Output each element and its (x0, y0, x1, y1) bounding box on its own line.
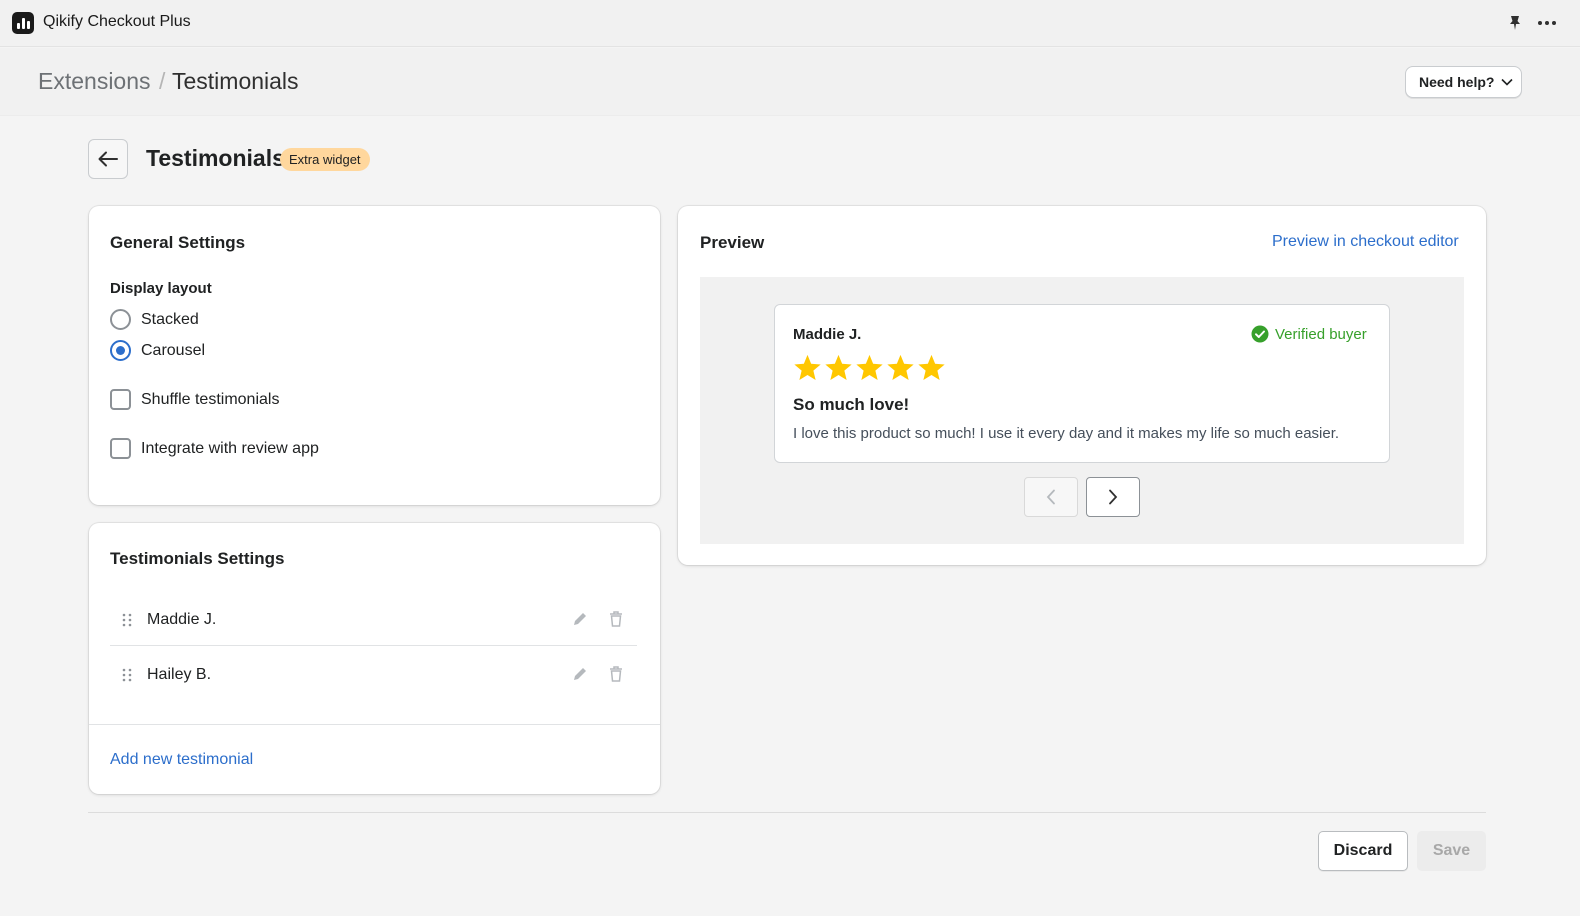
breadcrumb-extensions[interactable]: Extensions (38, 68, 151, 95)
chevron-right-icon (1109, 489, 1118, 505)
layout-option-carousel[interactable]: Carousel (110, 340, 205, 361)
back-button[interactable] (88, 139, 128, 179)
preview-area: Maddie J. Verified buyer So much love! I… (700, 277, 1464, 544)
general-settings-card: General Settings Display layout Stacked … (89, 206, 660, 505)
integrate-checkbox[interactable] (110, 438, 131, 459)
chevron-left-icon (1046, 489, 1055, 505)
verified-buyer-label: Verified buyer (1275, 325, 1367, 343)
testimonial-row: Hailey B. (110, 649, 637, 701)
testimonials-settings-title: Testimonials Settings (110, 549, 285, 568)
shuffle-label: Shuffle testimonials (141, 390, 280, 408)
verified-buyer-badge: Verified buyer (1251, 325, 1367, 343)
page-title: Testimonials (146, 145, 285, 171)
edit-icon[interactable] (571, 665, 589, 683)
star-icon (794, 354, 821, 380)
title-bar: Extensions / Testimonials Need help? (0, 48, 1580, 116)
carousel-label: Carousel (141, 341, 206, 359)
preview-card: Preview Preview in checkout editor Maddi… (678, 206, 1486, 565)
integrate-review-app-option[interactable]: Integrate with review app (110, 438, 319, 459)
review-title: So much love! (793, 395, 910, 414)
extra-widget-badge: Extra widget (280, 148, 370, 171)
carousel-prev-button[interactable] (1024, 477, 1078, 517)
star-icon (825, 354, 852, 380)
save-button[interactable]: Save (1417, 831, 1486, 871)
review-card: Maddie J. Verified buyer So much love! I… (774, 304, 1390, 463)
pin-icon[interactable] (1506, 14, 1524, 32)
breadcrumb-current: Testimonials (172, 68, 299, 94)
review-author: Maddie J. (793, 326, 862, 343)
chevron-down-icon (1501, 78, 1514, 86)
drag-handle-icon[interactable] (121, 613, 133, 627)
stacked-label: Stacked (141, 310, 199, 328)
star-icon (887, 354, 914, 380)
review-body: I love this product so much! I use it ev… (793, 425, 1340, 442)
radio-carousel[interactable] (110, 340, 131, 361)
star-rating (792, 353, 947, 383)
app-title: Qikify Checkout Plus (43, 13, 191, 30)
preview-in-checkout-editor-link[interactable]: Preview in checkout editor (1272, 233, 1459, 251)
testimonials-settings-card: Testimonials Settings Maddie J. Hailey B… (89, 523, 660, 794)
add-new-testimonial-link[interactable]: Add new testimonial (110, 751, 253, 769)
testimonial-name: Maddie J. (147, 611, 217, 628)
discard-button[interactable]: Discard (1318, 831, 1408, 871)
delete-icon[interactable] (608, 610, 624, 628)
more-options-icon[interactable] (1536, 14, 1558, 32)
shuffle-checkbox[interactable] (110, 389, 131, 410)
layout-option-stacked[interactable]: Stacked (110, 309, 199, 330)
display-layout-label: Display layout (110, 280, 212, 297)
testimonial-name: Hailey B. (147, 666, 212, 683)
star-icon (856, 354, 883, 380)
check-circle-icon (1251, 325, 1269, 343)
footer-divider (88, 812, 1486, 813)
breadcrumb-separator: / (159, 68, 166, 94)
shuffle-testimonials-option[interactable]: Shuffle testimonials (110, 389, 279, 410)
edit-icon[interactable] (571, 610, 589, 628)
delete-icon[interactable] (608, 665, 624, 683)
preview-title: Preview (700, 233, 765, 252)
integrate-label: Integrate with review app (141, 439, 319, 457)
star-icon (918, 354, 945, 380)
need-help-label: Need help? (1419, 74, 1495, 90)
card-divider (89, 724, 660, 725)
app-logo-icon (12, 12, 34, 34)
arrow-left-icon (98, 151, 118, 167)
drag-handle-icon[interactable] (121, 668, 133, 682)
testimonial-row: Maddie J. (110, 594, 637, 646)
radio-stacked[interactable] (110, 309, 131, 330)
need-help-button[interactable]: Need help? (1405, 66, 1522, 98)
general-settings-title: General Settings (110, 233, 246, 252)
carousel-next-button[interactable] (1086, 477, 1140, 517)
app-top-bar: Qikify Checkout Plus (0, 0, 1580, 47)
